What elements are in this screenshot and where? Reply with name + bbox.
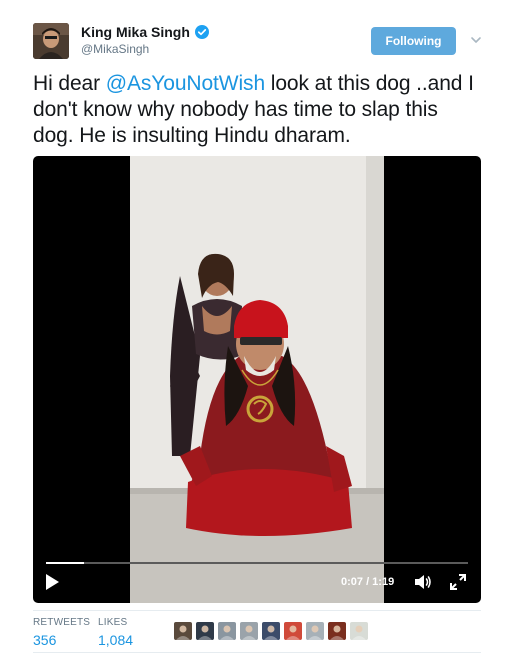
likes-label: LIKES: [98, 617, 128, 628]
video-progress-bar[interactable]: [46, 562, 468, 564]
author-avatar[interactable]: [33, 23, 69, 59]
volume-icon[interactable]: [414, 574, 432, 590]
video-progress-fill: [46, 562, 84, 564]
liker-avatars: [174, 622, 368, 640]
divider: [33, 652, 481, 653]
liker-avatar-8[interactable]: [328, 622, 346, 640]
mention-link[interactable]: @AsYouNotWish: [106, 72, 265, 95]
tweet-card: King Mika Singh @MikaSingh Following Hi …: [0, 0, 511, 658]
verified-badge-icon: [194, 25, 209, 39]
video-time-display: 0:07 / 1:19: [341, 576, 395, 588]
author-display-name[interactable]: King Mika Singh: [81, 24, 190, 40]
liker-avatar-9[interactable]: [350, 622, 368, 640]
author-name-row[interactable]: King Mika Singh: [81, 24, 209, 40]
liker-avatar-2[interactable]: [196, 622, 214, 640]
video-player[interactable]: 0:07 / 1:19: [33, 156, 481, 603]
liker-avatar-7[interactable]: [306, 622, 324, 640]
following-button[interactable]: Following: [371, 27, 456, 55]
retweets-label: RETWEETS: [33, 617, 91, 628]
retweets-stat[interactable]: RETWEETS 356: [33, 617, 90, 648]
likes-stat[interactable]: LIKES 1,084: [98, 617, 133, 648]
play-icon[interactable]: [44, 573, 60, 591]
liker-avatar-3[interactable]: [218, 622, 236, 640]
divider: [33, 610, 481, 611]
retweets-count[interactable]: 356: [33, 632, 90, 648]
liker-avatar-4[interactable]: [240, 622, 258, 640]
liker-avatar-1[interactable]: [174, 622, 192, 640]
liker-avatar-5[interactable]: [262, 622, 280, 640]
fullscreen-icon[interactable]: [450, 574, 466, 590]
liker-avatar-6[interactable]: [284, 622, 302, 640]
likes-count[interactable]: 1,084: [98, 632, 133, 648]
tweet-text: Hi dear @AsYouNotWish look at this dog .…: [33, 71, 483, 149]
tweet-text-part: Hi dear: [33, 72, 106, 95]
author-handle[interactable]: @MikaSingh: [81, 42, 149, 56]
video-frame: [130, 156, 384, 603]
chevron-down-icon[interactable]: [469, 33, 483, 47]
